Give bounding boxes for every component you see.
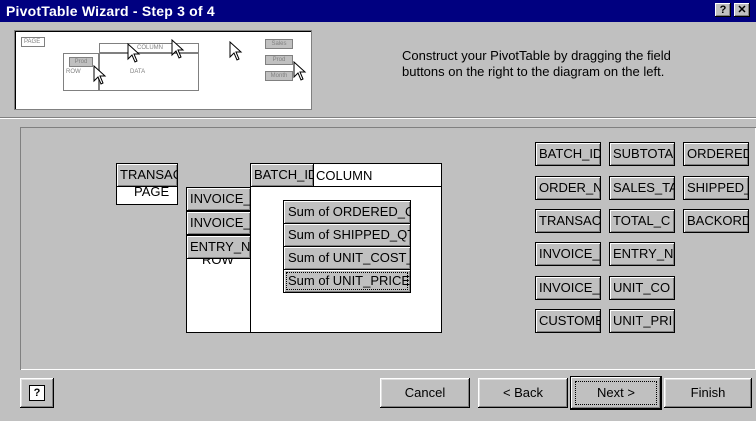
data-field-button[interactable]: Sum of UNIT_COST_	[283, 246, 411, 270]
row-field-button[interactable]: INVOICE_	[186, 211, 251, 235]
field-button[interactable]: UNIT_CO	[609, 276, 675, 300]
preview-sales-button: Sales	[265, 39, 293, 49]
field-button[interactable]: TRANSAC	[535, 209, 601, 233]
field-button[interactable]: SUBTOTA	[609, 142, 675, 166]
cancel-button[interactable]: Cancel	[380, 378, 470, 408]
field-button[interactable]: CUSTOME	[535, 309, 601, 333]
cursor-arrow-icon	[229, 41, 243, 61]
preview-page-area: PAGE	[21, 37, 45, 47]
help-button[interactable]: ?	[20, 378, 54, 408]
finish-button[interactable]: Finish	[664, 378, 752, 408]
preview-month-button: Month	[265, 71, 293, 81]
divider	[0, 117, 756, 119]
row-field-button[interactable]: ENTRY_NI	[186, 235, 251, 259]
instructions-text: Construct your PivotTable by dragging th…	[402, 48, 671, 79]
help-question-icon: ?	[29, 385, 45, 401]
window-title: PivotTable Wizard - Step 3 of 4	[6, 3, 215, 19]
close-button[interactable]: ✕	[734, 3, 750, 17]
cursor-arrow-icon	[171, 39, 185, 59]
finish-label: Finish	[690, 385, 726, 400]
data-field-button[interactable]: Sum of ORDERED_Q	[283, 200, 411, 224]
field-button[interactable]: SHIPPED_	[683, 176, 749, 200]
field-button[interactable]: BATCH_ID	[535, 142, 601, 166]
field-button[interactable]: SALES_TA	[609, 176, 675, 200]
data-field-button[interactable]: Sum of SHIPPED_QT	[283, 223, 411, 247]
help-title-button[interactable]: ?	[715, 3, 731, 17]
wizard-preview-illustration: PAGE COLUMN ROW DATA Prod Sales Prod Mon…	[14, 30, 312, 110]
page-field-button[interactable]: TRANSAC	[116, 163, 178, 187]
next-button[interactable]: Next >	[570, 376, 662, 410]
next-label: Next >	[597, 385, 635, 400]
cursor-arrow-icon	[93, 65, 107, 85]
back-label: < Back	[502, 385, 544, 400]
field-button[interactable]: INVOICE_	[535, 276, 601, 300]
field-button[interactable]: ENTRY_NI	[609, 242, 675, 266]
field-button[interactable]: BACKORD	[683, 209, 749, 233]
field-button[interactable]: INVOICE_	[535, 242, 601, 266]
field-button[interactable]: UNIT_PRI	[609, 309, 675, 333]
cursor-arrow-icon	[293, 61, 307, 81]
cursor-arrow-icon	[127, 43, 141, 63]
preview-prod-button: Prod	[265, 55, 293, 65]
back-button[interactable]: < Back	[478, 378, 568, 408]
cancel-label: Cancel	[404, 385, 446, 400]
preview-dragged-button: Prod	[69, 57, 93, 67]
data-field-button-selected[interactable]: Sum of UNIT_PRICE	[283, 269, 411, 293]
field-button[interactable]: ORDER_N	[535, 176, 601, 200]
field-button[interactable]: TOTAL_C	[609, 209, 675, 233]
title-bar: PivotTable Wizard - Step 3 of 4 ? ✕	[0, 0, 756, 22]
column-area-label: COLUMN	[316, 168, 373, 183]
row-field-button[interactable]: INVOICE_	[186, 187, 251, 211]
column-field-button[interactable]: BATCH_ID	[250, 163, 314, 187]
field-button[interactable]: ORDERED	[683, 142, 749, 166]
